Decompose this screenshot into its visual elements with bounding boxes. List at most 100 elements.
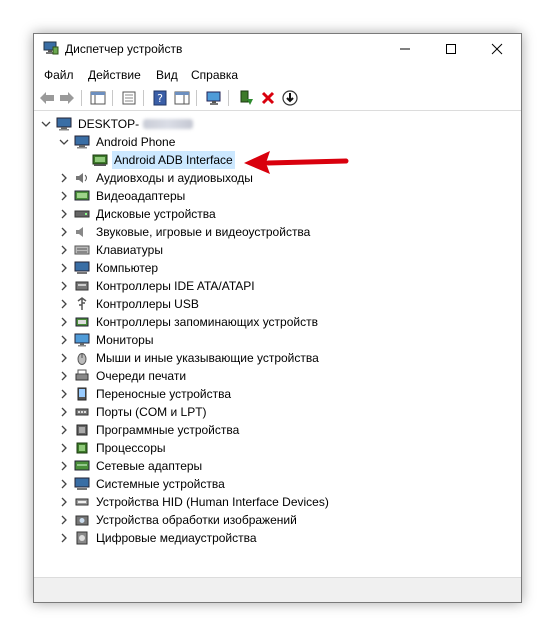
processor-icon [74,441,90,455]
tree-item-category[interactable]: Очереди печати [58,367,188,385]
tree-item-category[interactable]: Системные устройства [58,475,227,493]
remove-device-button[interactable] [259,89,277,107]
close-button[interactable] [474,34,520,64]
tree-item-category[interactable]: Дисковые устройства [58,205,218,223]
sound-video-icon [74,225,90,239]
tree-item-category[interactable]: Видеоадаптеры [58,187,187,205]
action-pane-icon [174,91,190,105]
tree-item-android-adb-interface[interactable]: Android ADB Interface [92,151,235,169]
media-device-icon [74,531,90,545]
tree-item-category[interactable]: Компьютер [58,259,160,277]
android-adb-interface-label: Android ADB Interface [112,151,235,169]
properties-button[interactable] [120,89,138,107]
chevron-right-icon[interactable] [58,298,70,310]
chevron-right-icon[interactable] [58,370,70,382]
tree-item-category[interactable]: Цифровые медиаустройства [58,529,259,547]
tree-item-android-phone[interactable]: Android Phone [58,133,177,151]
storage-controller-icon [74,315,90,329]
ide-controller-icon [74,279,90,293]
audio-io-icon [74,171,90,185]
back-button[interactable] [38,89,56,107]
tree-item-category[interactable]: Устройства обработки изображений [58,511,299,529]
forward-arrow-icon [60,92,74,104]
scan-hardware-button[interactable] [205,89,223,107]
computer-name: DESKTOP- [78,117,140,131]
chevron-right-icon[interactable] [58,226,70,238]
help-button[interactable]: ? [151,89,169,107]
chevron-right-icon[interactable] [58,316,70,328]
tree-item-category[interactable]: Программные устройства [58,421,241,439]
remove-x-icon [261,91,275,105]
tree-item-category[interactable]: Клавиатуры [58,241,165,259]
menu-file[interactable]: Файл [44,68,74,82]
tree-item-category[interactable]: Мыши и иные указывающие устройства [58,349,321,367]
menu-help[interactable]: Справка [191,68,238,82]
category-label: Компьютер [96,261,159,275]
chevron-right-icon[interactable] [58,514,70,526]
tree-item-category[interactable]: Контроллеры USB [58,295,201,313]
tree-item-category[interactable]: Порты (COM и LPT) [58,403,209,421]
window-title: Диспетчер устройств [65,42,183,56]
chevron-right-icon[interactable] [58,262,70,274]
tree-item-category[interactable]: Процессоры [58,439,168,457]
tree-item-category[interactable]: Контроллеры запоминающих устройств [58,313,320,331]
monitor-scan-icon [206,91,221,105]
chevron-right-icon[interactable] [58,280,70,292]
chevron-right-icon[interactable] [58,334,70,346]
tree-item-category[interactable]: Звуковые, игровые и видеоустройства [58,223,312,241]
category-label: Аудиовходы и аудиовыходы [96,171,253,185]
tree-item-category[interactable]: Устройства HID (Human Interface Devices) [58,493,331,511]
menu-action[interactable]: Действие [88,68,141,82]
tree-item-category[interactable]: Контроллеры IDE ATA/ATAPI [58,277,257,295]
tree-item-category[interactable]: Сетевые адаптеры [58,457,204,475]
category-label: Клавиатуры [96,243,163,257]
category-label: Контроллеры запоминающих устройств [96,315,318,329]
chevron-right-icon[interactable] [58,478,70,490]
tree-item-category[interactable]: Переносные устройства [58,385,233,403]
console-tree-icon [90,91,106,105]
chevron-right-icon[interactable] [58,442,70,454]
tree-item-category[interactable]: Аудиовходы и аудиовыходы [58,169,255,187]
download-circle-icon [282,90,298,106]
print-queue-icon [74,369,90,383]
chevron-right-icon[interactable] [58,496,70,508]
disable-device-button[interactable] [281,89,299,107]
category-label: Контроллеры USB [96,297,199,311]
blurred-hostname [143,119,194,129]
software-device-icon [74,423,90,437]
update-driver-button[interactable] [237,89,255,107]
category-label: Очереди печати [96,369,187,383]
chevron-right-icon[interactable] [58,424,70,436]
chevron-down-icon[interactable] [40,118,52,130]
show-hide-console-tree-button[interactable] [89,89,107,107]
chevron-right-icon[interactable] [58,352,70,364]
minimize-button[interactable] [382,34,428,64]
chevron-right-icon[interactable] [58,172,70,184]
chevron-right-icon[interactable] [58,532,70,544]
chevron-right-icon[interactable] [58,388,70,400]
maximize-button[interactable] [428,34,474,64]
action-pane-button[interactable] [173,89,191,107]
maximize-icon [446,44,456,54]
help-icon: ? [153,90,167,106]
forward-button[interactable] [58,89,76,107]
tree-item-computer-root[interactable]: DESKTOP- [40,115,194,133]
chevron-right-icon[interactable] [58,406,70,418]
chevron-down-icon[interactable] [58,136,70,148]
menu-view[interactable]: Вид [156,68,178,82]
chevron-right-icon[interactable] [58,244,70,256]
category-label: Цифровые медиаустройства [96,531,257,545]
chevron-right-icon[interactable] [58,460,70,472]
network-adapter-icon [74,459,90,473]
device-tree: DESKTOP- Android Phone Android ADB Inter… [34,111,521,577]
computer-icon [74,261,90,275]
category-label: Мониторы [96,333,154,347]
category-label: Системные устройства [96,477,225,491]
android-phone-icon [74,135,90,149]
port-icon [74,405,90,419]
chevron-right-icon[interactable] [58,190,70,202]
annotation-arrow [244,151,349,174]
back-arrow-icon [40,92,54,104]
tree-item-category[interactable]: Мониторы [58,331,155,349]
chevron-right-icon[interactable] [58,208,70,220]
